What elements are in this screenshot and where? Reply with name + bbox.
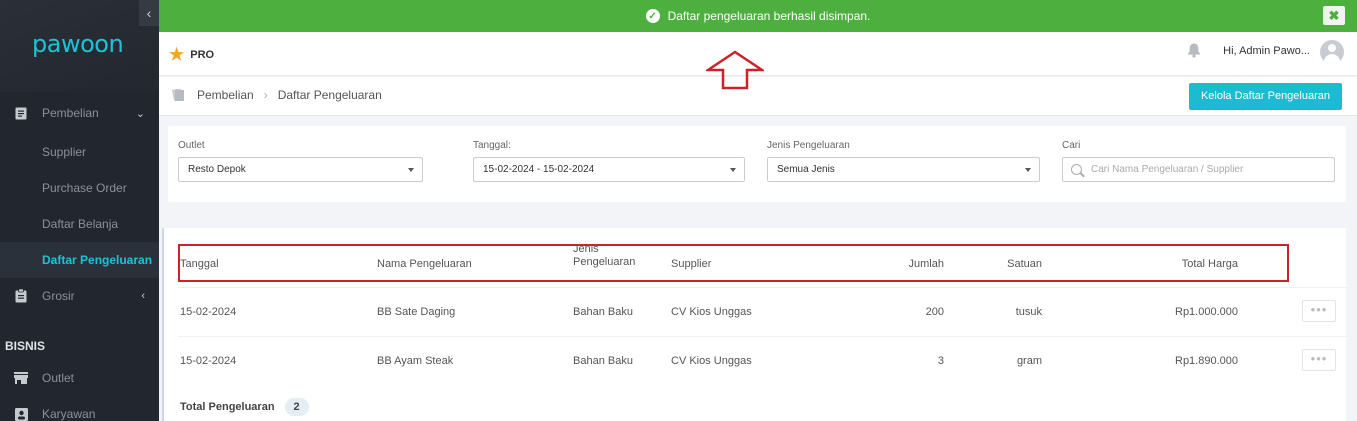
sidebar-item-outlet[interactable]: Outlet: [0, 360, 159, 396]
sidebar-item-pembelian[interactable]: Pembelian ⌄: [0, 95, 159, 131]
filter-outlet: Outlet Resto Depok: [178, 140, 423, 182]
store-icon: [14, 371, 28, 385]
plan-badge: ★ PRO: [169, 45, 214, 65]
sidebar-item-label: Supplier: [42, 145, 87, 159]
sidebar-item-label: Daftar Belanja: [42, 217, 119, 231]
caret-down-icon: [1025, 168, 1031, 172]
filter-panel: Outlet Resto Depok Tanggal: 15-02-2024 -…: [168, 126, 1346, 202]
row-more-button[interactable]: •••: [1302, 349, 1336, 371]
cell-jenis: Bahan Baku: [573, 306, 633, 318]
cell-total: Rp1.890.000: [1175, 355, 1238, 367]
outlet-select[interactable]: Resto Depok: [178, 157, 423, 182]
avatar[interactable]: [1320, 40, 1344, 64]
cell-total: Rp1.000.000: [1175, 306, 1238, 318]
cell-jumlah: 200: [925, 306, 944, 318]
jenis-value: Semua Jenis: [777, 164, 835, 175]
breadcrumb-current: Daftar Pengeluaran: [277, 88, 382, 102]
plan-label: PRO: [190, 49, 215, 61]
jenis-label: Jenis Pengeluaran: [767, 140, 850, 151]
total-label: Total Pengeluaran: [180, 401, 275, 413]
search-input[interactable]: Cari Nama Pengeluaran / Supplier: [1062, 157, 1335, 182]
row-divider: [178, 336, 1348, 337]
caret-down-icon: [730, 168, 736, 172]
cell-nama: BB Sate Daging: [377, 306, 456, 318]
receipt-icon: [14, 106, 28, 120]
cell-satuan: gram: [1016, 355, 1042, 367]
tanggal-label: Tanggal:: [473, 140, 511, 151]
sidebar: ‹ pawoon Pembelian ⌄ Supplier Purchase O…: [0, 0, 159, 421]
col-header-nama[interactable]: Nama Pengeluaran: [377, 258, 472, 270]
total-count-badge: 2: [284, 398, 309, 416]
cell-tanggal: 15-02-2024: [180, 306, 237, 318]
cell-supplier: CV Kios Unggas: [671, 306, 752, 318]
header-highlight-box: [178, 244, 1289, 282]
star-icon: ★: [169, 45, 185, 64]
col-header-tanggal[interactable]: Tanggal: [180, 258, 219, 270]
success-notification: ✓ Daftar pengeluaran berhasil disimpan. …: [159, 0, 1357, 32]
cell-nama: BB Ayam Steak: [377, 355, 454, 367]
col-header-jenis[interactable]: Jenis Pengeluaran: [573, 243, 635, 269]
search-icon: [1071, 164, 1082, 175]
date-range-select[interactable]: 15-02-2024 - 15-02-2024: [473, 157, 745, 182]
sidebar-item-label: Karyawan: [42, 407, 96, 421]
sidebar-item-label: Pembelian: [42, 106, 99, 120]
chevron-down-icon: ⌄: [135, 107, 145, 120]
outlet-label: Outlet: [178, 140, 205, 151]
sidebar-header: ‹ pawoon: [0, 0, 159, 92]
breadcrumb-parent[interactable]: Pembelian: [197, 88, 254, 102]
col-header-total[interactable]: Total Harga: [1124, 258, 1238, 270]
document-icon: [171, 88, 185, 101]
filter-tanggal: Tanggal: 15-02-2024 - 15-02-2024: [473, 140, 745, 182]
pengeluaran-table: Tanggal Nama Pengeluaran Jenis Pengeluar…: [162, 228, 1348, 421]
sidebar-item-daftar-pengeluaran[interactable]: Daftar Pengeluaran: [0, 242, 159, 278]
jenis-select[interactable]: Semua Jenis: [767, 157, 1040, 182]
date-range-value: 15-02-2024 - 15-02-2024: [483, 164, 595, 175]
filter-cari: Cari Cari Nama Pengeluaran / Supplier: [1062, 140, 1335, 182]
close-notification-button[interactable]: ✖: [1323, 6, 1345, 25]
sidebar-item-label: Outlet: [42, 371, 75, 385]
filter-jenis: Jenis Pengeluaran Semua Jenis: [767, 140, 1040, 182]
kelola-daftar-pengeluaran-button[interactable]: Kelola Daftar Pengeluaran: [1188, 83, 1342, 110]
sidebar-item-supplier[interactable]: Supplier: [0, 134, 159, 170]
chevron-right-icon: ›: [263, 88, 268, 102]
caret-down-icon: [408, 168, 414, 172]
sidebar-item-label: Daftar Pengeluaran: [42, 253, 153, 267]
cell-satuan: tusuk: [1015, 306, 1042, 318]
col-header-satuan[interactable]: Satuan: [964, 258, 1042, 270]
chevron-left-icon[interactable]: ‹: [139, 0, 159, 26]
outlet-value: Resto Depok: [188, 164, 246, 175]
col-header-jumlah[interactable]: Jumlah: [864, 258, 944, 270]
notification-message: Daftar pengeluaran berhasil disimpan.: [667, 9, 871, 23]
user-greeting[interactable]: Hi, Admin Pawo...: [1223, 45, 1310, 57]
breadcrumb: Pembelian › Daftar Pengeluaran: [171, 88, 382, 102]
sidebar-item-label: Grosir: [42, 289, 75, 303]
cell-jumlah: 3: [937, 355, 944, 367]
col-header-jenis-line2: Pengeluaran: [573, 256, 636, 268]
sidebar-item-grosir[interactable]: Grosir ‹: [0, 278, 159, 314]
cari-label: Cari: [1062, 140, 1081, 151]
check-circle-icon: ✓: [645, 9, 660, 23]
sidebar-item-purchase-order[interactable]: Purchase Order: [0, 170, 159, 206]
row-more-button[interactable]: •••: [1302, 300, 1336, 322]
row-divider: [178, 287, 1348, 288]
sidebar-item-label: Purchase Order: [42, 181, 127, 195]
person-icon: [14, 407, 28, 421]
pawoon-logo: pawoon: [32, 30, 124, 58]
sidebar-item-karyawan[interactable]: Karyawan: [0, 396, 159, 421]
search-placeholder: Cari Nama Pengeluaran / Supplier: [1091, 164, 1244, 175]
chevron-left-icon: ‹: [141, 290, 145, 302]
bell-icon[interactable]: [1186, 42, 1202, 63]
cell-jenis: Bahan Baku: [573, 355, 633, 367]
sidebar-item-daftar-belanja[interactable]: Daftar Belanja: [0, 206, 159, 242]
total-pengeluaran: Total Pengeluaran 2: [180, 398, 309, 416]
annotation-up-arrow-icon: [706, 50, 764, 90]
col-header-supplier[interactable]: Supplier: [671, 258, 711, 270]
cell-tanggal: 15-02-2024: [180, 355, 237, 367]
col-header-jenis-line1: Jenis: [573, 243, 599, 255]
clipboard-icon: [14, 289, 28, 303]
cell-supplier: CV Kios Unggas: [671, 355, 752, 367]
sidebar-section-bisnis: BISNIS: [5, 339, 46, 353]
